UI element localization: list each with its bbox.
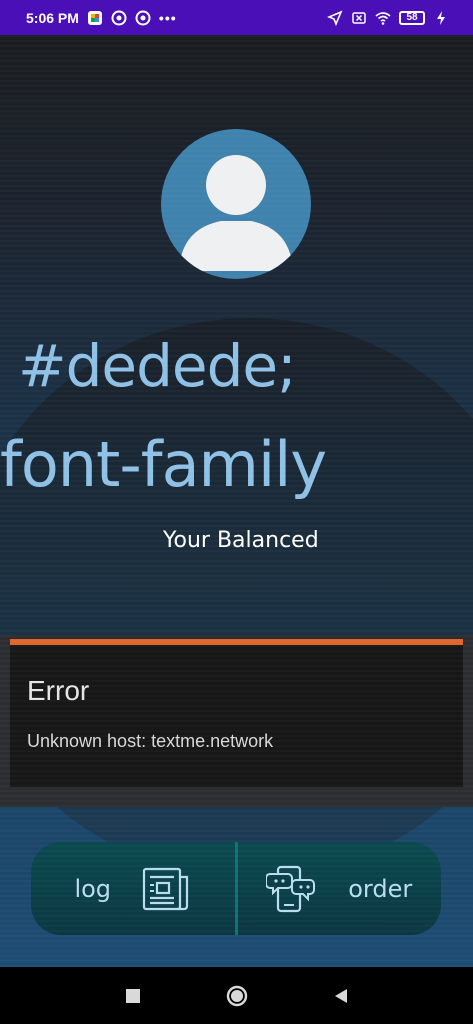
- more-icon: •••: [158, 9, 177, 26]
- recents-square-icon[interactable]: [121, 984, 145, 1008]
- error-dialog: Error Unknown host: textme.network: [0, 635, 473, 807]
- tagline: Your Balanced: [163, 528, 319, 553]
- wifi-icon: [375, 11, 391, 25]
- action-bar: log order: [31, 842, 441, 935]
- log-label: log: [74, 874, 112, 903]
- heading-line2: font-family: [0, 428, 327, 501]
- sync-icon: [135, 10, 151, 25]
- back-triangle-icon[interactable]: [329, 984, 353, 1008]
- charging-icon: [437, 10, 445, 25]
- log-button[interactable]: log: [31, 842, 235, 935]
- order-label: order: [348, 874, 413, 903]
- status-right: 58: [327, 10, 449, 26]
- battery-icon: 58: [399, 10, 425, 25]
- home-circle-icon[interactable]: [225, 984, 249, 1008]
- heading-line1: #dedede;: [18, 332, 297, 400]
- order-button[interactable]: order: [234, 842, 441, 935]
- phone-chat-icon: [266, 865, 316, 912]
- status-time: 5:06 PM: [26, 9, 79, 26]
- app-content: #dedede; font-family Your Balanced Error…: [0, 35, 473, 967]
- newspaper-icon: [142, 867, 189, 910]
- user-avatar-icon[interactable]: [161, 129, 311, 279]
- sync-icon: [111, 10, 127, 25]
- no-sim-icon: [352, 11, 366, 24]
- status-left: 5:06 PM •••: [26, 10, 177, 26]
- error-title: Error: [27, 675, 90, 706]
- status-bar: 5:06 PM ••• 58: [0, 0, 473, 35]
- error-message: Unknown host: textme.network: [27, 731, 274, 751]
- navigation-bar: [0, 967, 473, 1024]
- photos-icon: [87, 10, 102, 25]
- error-card: Error Unknown host: textme.network: [10, 639, 463, 787]
- location-icon: [327, 10, 343, 26]
